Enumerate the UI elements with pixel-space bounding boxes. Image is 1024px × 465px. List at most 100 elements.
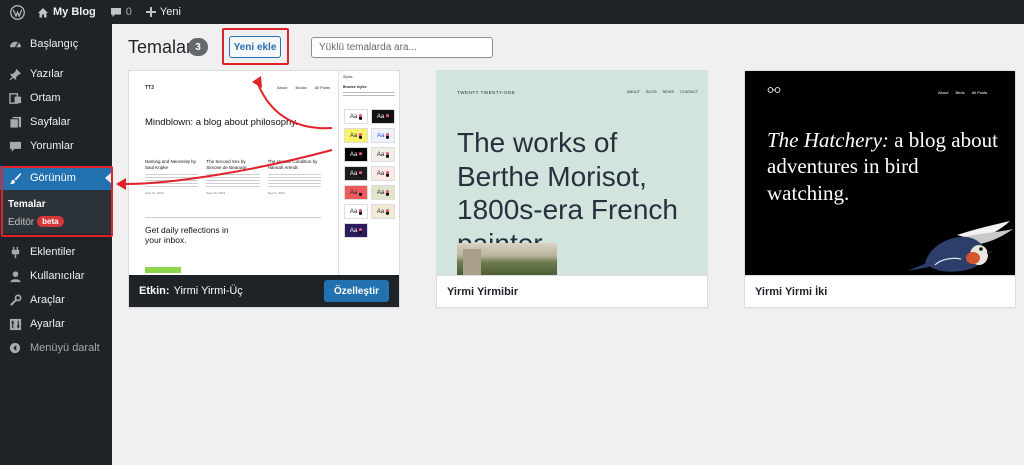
submenu-editor[interactable]: Editör beta xyxy=(8,216,64,228)
customize-button[interactable]: Özelleştir xyxy=(323,280,389,302)
preview-post-date: Sept 10, 2023 xyxy=(206,191,226,196)
theme-search-input[interactable] xyxy=(311,37,493,58)
preview-post: The Human Condition by Hannah Arendt Sep… xyxy=(267,159,321,195)
comments-icon xyxy=(8,139,22,153)
menu-media[interactable]: Ortam xyxy=(0,86,112,110)
swatch-label: Aa xyxy=(349,189,358,196)
menu-label: Görünüm xyxy=(30,172,76,184)
dashboard-icon xyxy=(8,37,22,51)
glasses-logo-icon xyxy=(767,87,781,93)
preview-post-excerpt xyxy=(145,174,199,189)
preview-painting-image xyxy=(457,243,557,275)
style-swatch: Aa xyxy=(371,166,395,181)
preview-nav-item: All Posts xyxy=(971,90,988,95)
preview-post-date: Sept 14, 2023 xyxy=(145,191,164,196)
menu-pages[interactable]: Sayfalar xyxy=(0,110,112,134)
menu-comments[interactable]: Yorumlar xyxy=(0,134,112,158)
swatch-dots xyxy=(386,113,390,120)
style-swatch: Aa xyxy=(344,109,368,124)
preview-post-title: The Human Condition by Hannah Arendt xyxy=(267,159,318,170)
appearance-submenu: Temalar Editör beta xyxy=(0,190,112,234)
style-swatch: Aa xyxy=(344,128,368,143)
menu-dashboard[interactable]: Başlangıç xyxy=(0,32,112,56)
theme-screenshot[interactable]: TWENTY TWENTY-ONE ABOUT BLOG NEWS CONTAC… xyxy=(437,71,707,275)
swatch-label: Aa xyxy=(349,151,358,158)
swatch-dots xyxy=(359,113,363,120)
tools-icon xyxy=(8,293,22,307)
menu-label: Eklentiler xyxy=(30,246,76,258)
wordpress-logo-icon[interactable] xyxy=(4,0,30,24)
preview-divider xyxy=(145,217,321,218)
menu-label: Yorumlar xyxy=(30,140,74,152)
menu-label: Ayarlar xyxy=(30,318,65,330)
site-name-link[interactable]: My Blog xyxy=(30,0,103,24)
preview-subscribe-button xyxy=(145,267,181,273)
theme-screenshot[interactable]: About Birds All Posts The Hatchery: a bl… xyxy=(745,71,1015,275)
style-swatch: Aa xyxy=(371,147,395,162)
swatch-dots xyxy=(386,170,390,177)
admin-bar: My Blog 0 Yeni xyxy=(0,0,1024,24)
theme-footer: Yirmi Yirmibir xyxy=(437,275,707,307)
swatch-label: Aa xyxy=(349,170,358,177)
admin-sidebar: Başlangıç Yazılar Ortam Sayfalar Yorumla… xyxy=(0,24,112,465)
plus-icon xyxy=(145,7,156,17)
swatch-label: Aa xyxy=(376,132,385,139)
preview-panel-title: Styles xyxy=(343,75,353,79)
preview-post-excerpt xyxy=(206,174,260,189)
theme-footer: Yirmi Yirmi İki xyxy=(745,275,1015,307)
site-name: My Blog xyxy=(53,6,96,18)
media-icon xyxy=(8,91,22,105)
style-swatch: Aa xyxy=(371,128,395,143)
preview-post-title: The Second Sex by Simone de Beauvoir xyxy=(206,159,247,170)
preview-nav-item: About xyxy=(277,85,288,90)
menu-posts[interactable]: Yazılar xyxy=(0,62,112,86)
theme-card-active[interactable]: TT3 About Books All Posts Mindblown: a b… xyxy=(128,70,400,308)
swatch-dots xyxy=(359,151,363,158)
beta-badge: beta xyxy=(37,216,64,227)
preview-nav-item: All Posts xyxy=(314,85,331,90)
preview-post-excerpt xyxy=(267,174,321,189)
theme-screenshot[interactable]: TT3 About Books All Posts Mindblown: a b… xyxy=(129,71,399,275)
menu-tools[interactable]: Araçlar xyxy=(0,288,112,312)
menu-plugins[interactable]: Eklentiler xyxy=(0,240,112,264)
style-swatch: Aa xyxy=(371,185,395,200)
theme-name: Yirmi Yirmibir xyxy=(447,285,519,298)
comment-bubble-icon xyxy=(110,7,122,18)
preview-nav-item: BLOG xyxy=(646,90,657,94)
swatch-label: Aa xyxy=(349,132,358,139)
themes-count-badge: 3 xyxy=(188,38,208,56)
new-label: Yeni xyxy=(159,6,181,18)
swatch-dots xyxy=(359,189,363,196)
add-new-theme-button[interactable]: Yeni ekle xyxy=(229,36,281,58)
style-swatch: Aa xyxy=(371,204,395,219)
swatch-label: Aa xyxy=(376,113,385,120)
theme-footer: Etkin: Yirmi Yirmi-Üç Özelleştir xyxy=(129,275,399,307)
users-icon xyxy=(8,269,22,283)
comments-link[interactable]: 0 xyxy=(103,0,139,24)
menu-users[interactable]: Kullanıcılar xyxy=(0,264,112,288)
preview-panel-description xyxy=(343,92,395,98)
swatch-label: Aa xyxy=(349,113,358,120)
swatch-label: Aa xyxy=(349,208,358,215)
swatch-dots xyxy=(386,208,390,215)
submenu-themes[interactable]: Temalar xyxy=(8,199,46,210)
swatch-dots xyxy=(359,132,363,139)
new-content-link[interactable]: Yeni xyxy=(139,0,188,24)
swatch-label: Aa xyxy=(376,208,385,215)
swatch-dots xyxy=(386,151,390,158)
page-title: Temalar xyxy=(128,37,193,57)
pages-icon xyxy=(8,115,22,129)
swatch-dots xyxy=(386,132,390,139)
preview-posts: Naming and Necessity by Saul Kripke Sept… xyxy=(145,159,321,195)
annotation-arrowhead xyxy=(116,178,126,190)
menu-settings[interactable]: Ayarlar xyxy=(0,312,112,336)
theme-card[interactable]: TWENTY TWENTY-ONE ABOUT BLOG NEWS CONTAC… xyxy=(436,70,708,308)
menu-appearance[interactable]: Görünüm xyxy=(0,166,112,190)
collapse-icon xyxy=(8,341,22,355)
preview-nav: About Books All Posts xyxy=(277,85,330,90)
collapse-menu-button[interactable]: Menüyü daralt xyxy=(0,336,112,360)
preview-nav: About Birds All Posts xyxy=(938,90,987,95)
preview-headline: The works of Berthe Morisot, 1800s-era F… xyxy=(457,127,679,259)
preview-logo: TT3 xyxy=(145,85,154,91)
theme-card[interactable]: About Birds All Posts The Hatchery: a bl… xyxy=(744,70,1016,308)
